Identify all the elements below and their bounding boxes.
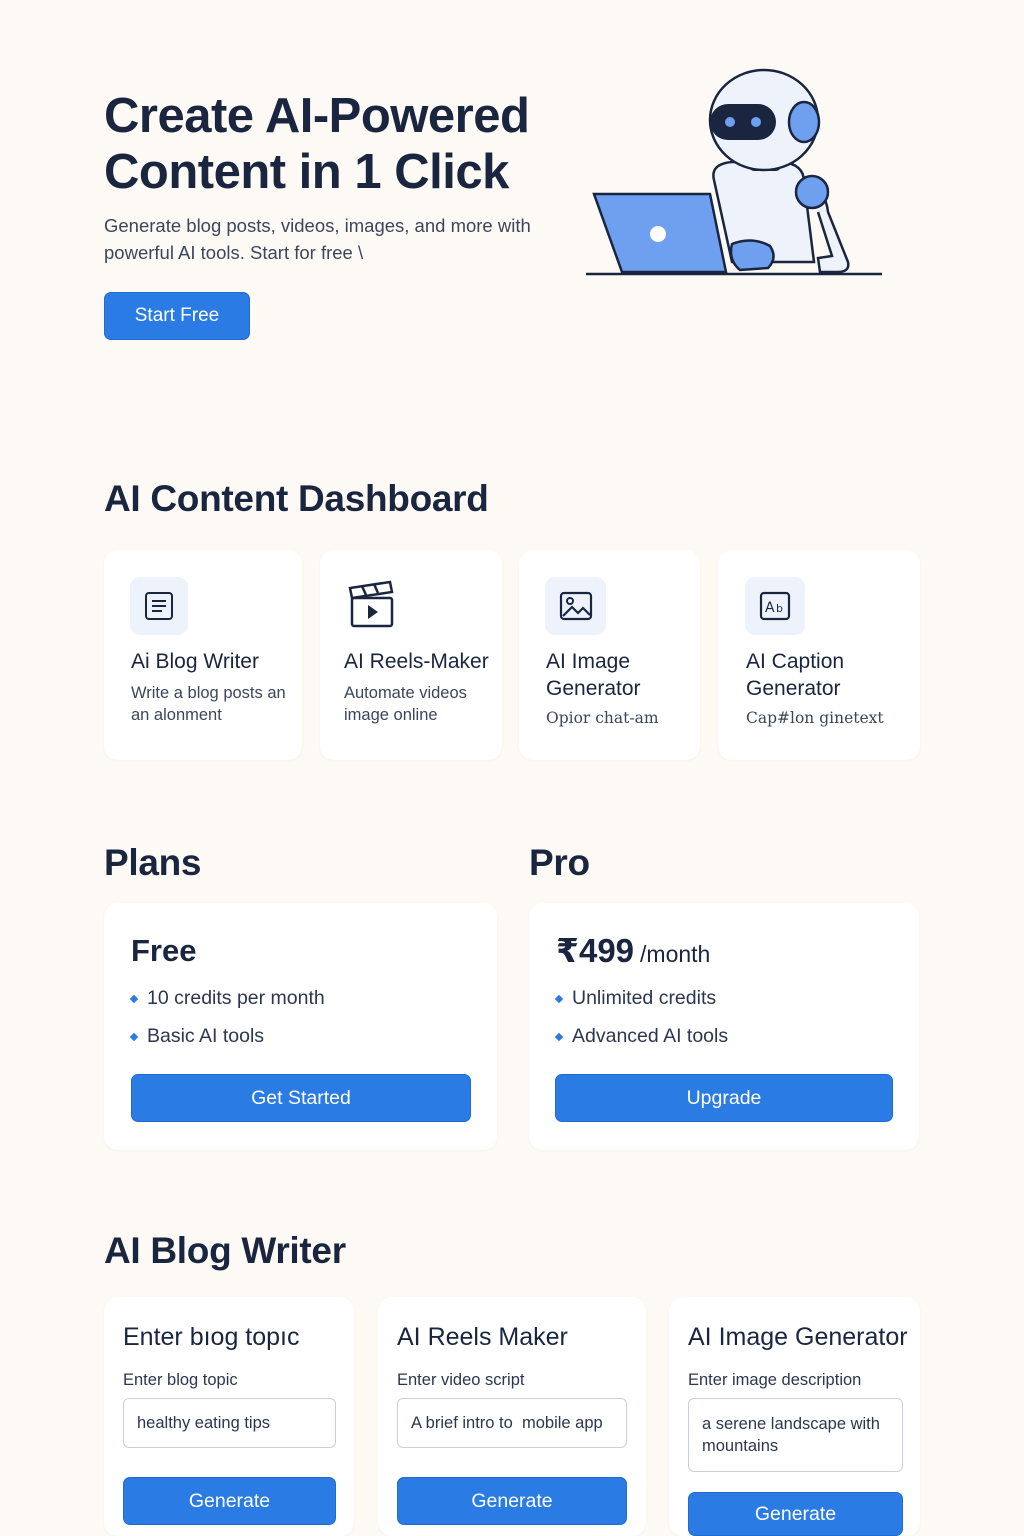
dashboard-title: AI Content Dashboard — [104, 478, 489, 519]
feature-description: Automate videos image online — [344, 684, 467, 724]
plan-feature: Unlimited credits — [554, 987, 716, 1010]
tool-card-image: AI Image Generator Enter image descripti… — [669, 1297, 920, 1536]
image-icon — [545, 577, 606, 635]
feature-name: AI Image Generator — [546, 650, 641, 700]
tool-input-label: Enter video script — [397, 1371, 525, 1389]
feature-name: Ai Blog Writer — [131, 650, 259, 673]
tool-title: AI Reels Maker — [397, 1323, 568, 1351]
clapperboard-icon — [348, 580, 396, 630]
svg-text:b: b — [776, 602, 783, 615]
bullet-icon — [129, 994, 139, 1003]
feature-description: Write a blog posts an an alonment — [131, 684, 286, 724]
feature-card-image[interactable]: AI Image Generator Opior chat-am — [519, 550, 700, 760]
plan-feature: 10 credits per month — [129, 987, 325, 1010]
feature-card-blog[interactable]: Ai Blog Writer Write a blog posts an an … — [104, 550, 302, 760]
generate-button[interactable]: Generate — [688, 1492, 903, 1536]
feature-name: AI Reels-Maker — [344, 650, 489, 673]
pro-plan-card: ₹499 /month Unlimited credits Advanced A… — [529, 903, 919, 1150]
plans-title: Plans — [104, 842, 202, 883]
generate-button[interactable]: Generate — [123, 1477, 336, 1525]
tool-card-blog: Enter bıog topıc Enter blog topic health… — [104, 1297, 354, 1536]
caption-icon: Ab — [745, 577, 805, 635]
svg-text:A: A — [765, 600, 775, 616]
feature-description: Opior chat-am — [546, 709, 659, 727]
bullet-icon — [129, 1032, 139, 1041]
price-period: /month — [640, 941, 711, 967]
plan-feature: Basic AI tools — [129, 1025, 264, 1048]
feature-card-reels[interactable]: AI Reels-Maker Automate videos image onl… — [320, 550, 502, 760]
free-plan-card: Free 10 credits per month Basic AI tools… — [104, 903, 497, 1150]
tool-card-reels: AI Reels Maker Enter video script A brie… — [378, 1297, 646, 1536]
tool-title: Enter bıog topıc — [123, 1323, 300, 1351]
feature-description: Cap#lon ginetext — [746, 709, 884, 727]
hero-title: Create AI-Powered Content in 1 Click — [104, 89, 530, 199]
plan-price: ₹499 /month — [556, 931, 710, 970]
pro-heading: Pro — [529, 842, 590, 883]
hero-subtitle: Generate blog posts, videos, images, and… — [104, 215, 531, 263]
tool-input-label: Enter blog topic — [123, 1371, 238, 1389]
robot-illustration — [586, 68, 882, 276]
get-started-button[interactable]: Get Started — [131, 1074, 471, 1122]
tool-input-label: Enter image description — [688, 1371, 862, 1389]
video-script-input[interactable]: A brief intro to mobile app — [397, 1398, 627, 1448]
feature-name: AI Caption Generator — [746, 650, 845, 700]
upgrade-button[interactable]: Upgrade — [555, 1074, 893, 1122]
blog-topic-input[interactable]: healthy eating tips — [123, 1398, 336, 1448]
tool-title: AI Image Generator — [688, 1323, 908, 1351]
feature-card-caption[interactable]: Ab AI Caption Generator Cap#lon ginetext — [718, 550, 920, 760]
plan-feature: Advanced AI tools — [554, 1025, 728, 1048]
document-icon — [130, 577, 188, 635]
price-amount: ₹499 — [556, 932, 635, 969]
bullet-icon — [554, 1032, 564, 1041]
plan-name: Free — [131, 933, 197, 968]
bullet-icon — [554, 994, 564, 1003]
start-free-button[interactable]: Start Free — [104, 292, 250, 340]
image-description-input[interactable]: a serene landscape with mountains — [688, 1398, 903, 1472]
tools-title: AI Blog Writer — [104, 1230, 346, 1271]
generate-button[interactable]: Generate — [397, 1477, 627, 1525]
